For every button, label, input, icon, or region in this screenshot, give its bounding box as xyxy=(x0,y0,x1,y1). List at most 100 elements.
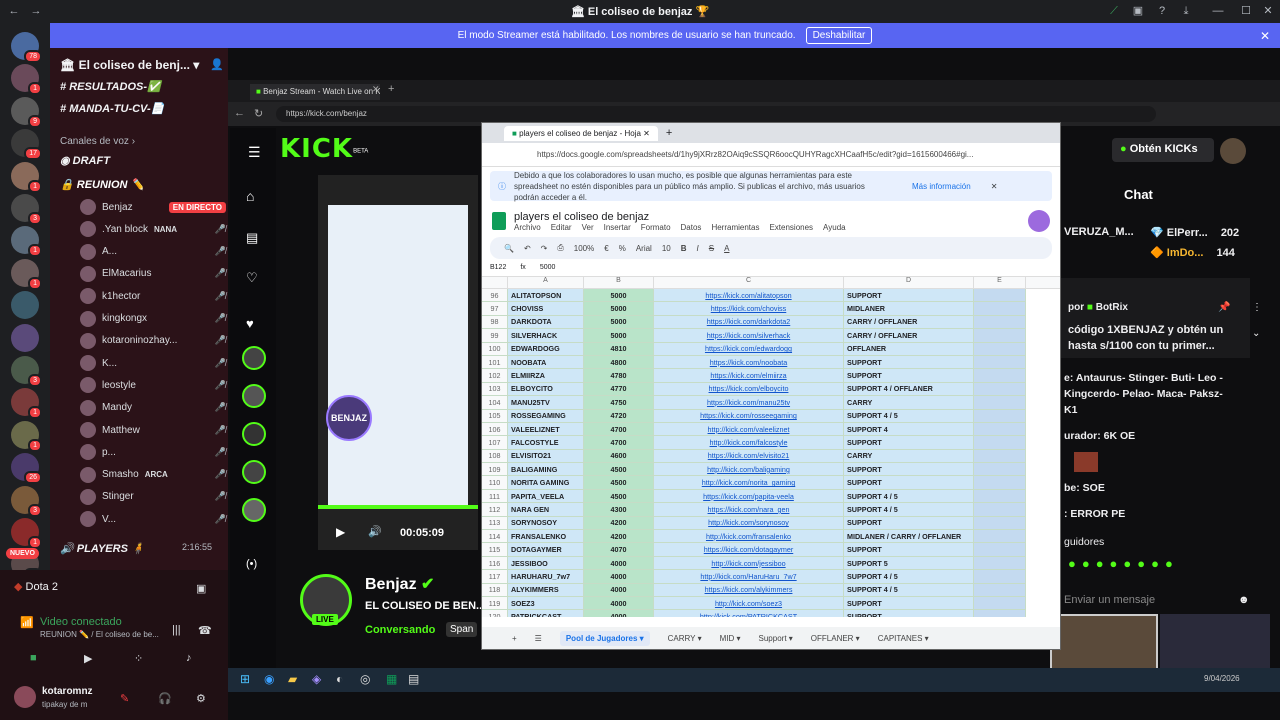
inbox-icon[interactable]: ▣ xyxy=(1130,3,1146,19)
chat-input[interactable]: Enviar un mensaje xyxy=(1060,590,1250,612)
table-cell[interactable]: 4000 xyxy=(584,556,654,571)
channel-avatar[interactable] xyxy=(242,460,266,484)
add-sheet-icon[interactable]: + xyxy=(512,634,517,643)
table-cell[interactable]: 4600 xyxy=(584,449,654,464)
table-cell[interactable]: ALYKIMMERS xyxy=(508,583,584,597)
new-tab-icon[interactable]: + xyxy=(666,127,672,139)
table-cell[interactable]: FRANSALENKO xyxy=(508,530,584,544)
new-tab-icon[interactable]: + xyxy=(388,83,394,95)
table-row[interactable]: 117 HARUHARU_7w7 4000 http://kick.com/HaruH… xyxy=(482,570,1060,584)
table-row[interactable]: 101 NOOBATA 4800 https://kick.com/noobata SU… xyxy=(482,355,1060,370)
table-cell[interactable] xyxy=(974,409,1026,423)
table-cell[interactable]: 4720 xyxy=(584,409,654,423)
mute-icon[interactable]: ✎ xyxy=(120,692,129,705)
avatar[interactable] xyxy=(14,686,36,708)
table-row[interactable]: 98 DARKDOTA 5000 https://kick.com/darkdota2… xyxy=(482,315,1060,330)
table-cell[interactable]: 4000 xyxy=(584,583,654,597)
table-cell[interactable]: https://kick.com/choviss xyxy=(654,302,844,316)
table-cell[interactable]: ROSSEGAMING xyxy=(508,409,584,423)
table-cell[interactable]: SUPPORT xyxy=(844,476,974,490)
row-number[interactable]: 107 xyxy=(482,436,508,450)
table-cell[interactable]: CARRY / OFFLANER xyxy=(844,315,974,330)
row-number[interactable]: 100 xyxy=(482,342,508,356)
table-cell[interactable]: SUPPORT 4 / 5 xyxy=(844,409,974,423)
table-cell[interactable] xyxy=(974,289,1026,303)
strike-icon[interactable]: S xyxy=(709,244,714,253)
voice-user[interactable]: Stinger 🎤̸ xyxy=(80,488,226,506)
voice-path[interactable]: REUNION ✏️ / El coliseo de be... xyxy=(40,630,159,639)
table-cell[interactable]: https://kick.com/noobata xyxy=(654,355,844,370)
table-row[interactable]: 109 BALIGAMING 4500 http://kick.com/baligam… xyxy=(482,463,1060,477)
voice-user[interactable]: k1hector 🎤̸ xyxy=(80,287,226,305)
close-banner-icon[interactable]: ✕ xyxy=(1260,29,1270,43)
column-header[interactable]: A xyxy=(508,277,584,288)
table-cell[interactable] xyxy=(974,422,1026,437)
sheet-tab[interactable]: Support ▾ xyxy=(759,634,793,643)
table-cell[interactable]: NORITA GAMING xyxy=(508,476,584,490)
channel-avatar[interactable] xyxy=(242,422,266,446)
table-cell[interactable] xyxy=(974,369,1026,383)
channel-avatar[interactable] xyxy=(242,346,266,370)
table-row[interactable]: 106 VALEELIZNET 4700 http://kick.com/valeel… xyxy=(482,422,1060,437)
table-cell[interactable]: http://kick.com/soez3 xyxy=(654,596,844,611)
voice-user[interactable]: .Yan block NANA 🎤̸ xyxy=(80,220,226,238)
channel-resultados[interactable]: # RESULTADOS-✅ xyxy=(60,80,161,93)
doc-title[interactable]: players el coliseo de benjaz xyxy=(514,211,846,223)
server-name[interactable]: 🏛 El coliseo de benj... ▾ xyxy=(60,58,199,72)
table-cell[interactable] xyxy=(974,396,1026,410)
table-cell[interactable]: SUPPORT xyxy=(844,369,974,383)
table-cell[interactable]: SUPPORT xyxy=(844,436,974,450)
menu-item[interactable]: Ver xyxy=(582,223,594,232)
table-cell[interactable]: SUPPORT 4 xyxy=(844,422,974,437)
cell-reference[interactable]: B122 xyxy=(490,264,506,271)
steam-icon[interactable]: ◐ xyxy=(336,672,343,686)
table-cell[interactable] xyxy=(974,610,1026,617)
table-cell[interactable]: https://kick.com/dotagaymer xyxy=(654,543,844,557)
row-number[interactable]: 120 xyxy=(482,610,508,617)
chevron-down-icon[interactable]: ⌄ xyxy=(1252,328,1260,339)
table-cell[interactable] xyxy=(974,436,1026,450)
server-icon[interactable]: 1 xyxy=(11,226,42,258)
language-tag[interactable]: Span xyxy=(446,622,478,637)
table-row[interactable]: 105 ROSSEGAMING 4720 https://kick.com/rosse… xyxy=(482,409,1060,423)
table-cell[interactable]: 4700 xyxy=(584,436,654,450)
table-cell[interactable] xyxy=(974,556,1026,571)
profile-avatar[interactable] xyxy=(1220,138,1246,164)
text-color-icon[interactable]: A xyxy=(724,244,729,253)
table-cell[interactable]: http://kick.com/valeeliznet xyxy=(654,422,844,437)
table-cell[interactable]: 4500 xyxy=(584,463,654,477)
row-number[interactable]: 108 xyxy=(482,449,508,464)
table-cell[interactable]: CARRY xyxy=(844,449,974,464)
table-cell[interactable]: 4070 xyxy=(584,543,654,557)
table-cell[interactable] xyxy=(974,583,1026,597)
notepad-icon[interactable]: ▤ xyxy=(408,672,419,686)
disable-streamer-button[interactable]: Deshabilitar xyxy=(805,27,873,44)
sheet-tab[interactable]: OFFLANER ▾ xyxy=(811,634,860,643)
close-notice-icon[interactable]: ✕ xyxy=(991,182,998,191)
voice-user[interactable]: Smasho ARCA 🎤̸ xyxy=(80,466,226,484)
row-number[interactable]: 111 xyxy=(482,489,508,504)
table-row[interactable]: 104 MANU25TV 4750 https://kick.com/manu25tv… xyxy=(482,396,1060,410)
table-cell[interactable]: SUPPORT xyxy=(844,289,974,303)
channel-avatar[interactable] xyxy=(242,384,266,408)
activities-icon[interactable]: ⁘ xyxy=(134,652,143,665)
sheets-url-bar[interactable]: https://docs.google.com/spreadsheets/d/1… xyxy=(482,143,1060,167)
sheet-grid[interactable]: ABCDE 96 ALITATOPSON 5000 https://kick.com/… xyxy=(482,277,1060,617)
table-cell[interactable]: 4000 xyxy=(584,610,654,617)
table-cell[interactable]: 4800 xyxy=(584,355,654,370)
row-number[interactable]: 114 xyxy=(482,530,508,544)
row-number[interactable]: 117 xyxy=(482,570,508,584)
server-icon[interactable]: 26 xyxy=(11,453,42,485)
table-cell[interactable]: SILVERHACK xyxy=(508,329,584,343)
table-row[interactable]: 119 SOEZ3 4000 http://kick.com/soez3 SUPPORT xyxy=(482,596,1060,611)
table-cell[interactable]: JESSIBOO xyxy=(508,556,584,571)
server-icon[interactable]: 1 xyxy=(11,258,42,290)
table-cell[interactable]: https://kick.com/edwardogg xyxy=(654,342,844,356)
table-cell[interactable]: 5000 xyxy=(584,302,654,316)
table-cell[interactable]: 4500 xyxy=(584,476,654,490)
table-cell[interactable] xyxy=(974,596,1026,611)
table-cell[interactable]: NARA GEN xyxy=(508,503,584,517)
menu-item[interactable]: Formato xyxy=(641,223,671,232)
user-avatar[interactable] xyxy=(1028,210,1050,232)
row-number[interactable]: 110 xyxy=(482,476,508,490)
